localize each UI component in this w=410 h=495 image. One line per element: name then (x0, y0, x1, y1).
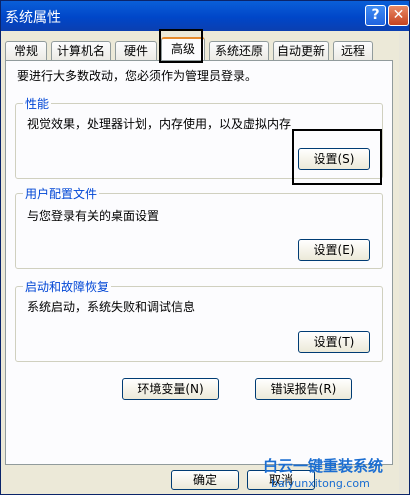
tab-remote[interactable]: 远程 (333, 41, 373, 60)
error-reporting-button[interactable]: 错误报告(R) (255, 378, 352, 400)
watermark-brand: 白云一键重装系统 (263, 457, 384, 475)
tab-general[interactable]: 常规 (5, 41, 47, 60)
performance-description: 视觉效果，处理器计划，内存使用，以及虚拟内存 (27, 117, 292, 131)
watermark-url: baiyunxitong.com (271, 477, 370, 490)
right-edge-strip (399, 33, 409, 493)
tab-auto-update[interactable]: 自动更新 (273, 41, 329, 60)
tab-strip: 常规 计算机名 硬件 高级 系统还原 自动更新 远程 (1, 37, 410, 61)
help-button[interactable]: ? (365, 5, 386, 26)
environment-variables-button[interactable]: 环境变量(N) (122, 378, 219, 400)
startup-recovery-group-title: 启动和故障恢复 (23, 278, 112, 295)
highlight-advanced-tab (159, 29, 203, 63)
user-profiles-settings-button[interactable]: 设置(E) (298, 239, 370, 261)
title-bar[interactable]: 系统属性 ? ✕ (1, 1, 409, 31)
tab-system-restore[interactable]: 系统还原 (209, 41, 269, 60)
startup-recovery-description: 系统启动，系统失败和调试信息 (27, 300, 196, 314)
tab-computer-name[interactable]: 计算机名 (51, 41, 111, 60)
tab-hardware[interactable]: 硬件 (115, 41, 157, 60)
highlight-performance-settings (292, 129, 382, 185)
admin-notice: 要进行大多数改动，您必须作为管理员登录。 (17, 69, 258, 83)
watermark-logo: 白云一键重装系统 baiyunxitong.com (263, 453, 383, 493)
performance-group-title: 性能 (23, 95, 52, 112)
startup-recovery-settings-button[interactable]: 设置(T) (298, 331, 370, 353)
user-profiles-group-title: 用户配置文件 (23, 185, 100, 202)
user-profiles-description: 与您登录有关的桌面设置 (27, 209, 160, 223)
ok-button[interactable]: 确定 (171, 470, 239, 490)
close-button[interactable]: ✕ (388, 5, 409, 26)
system-properties-window: 系统属性 ? ✕ 常规 计算机名 硬件 高级 系统还原 自动更新 远程 要进行大… (0, 0, 410, 495)
window-title: 系统属性 (5, 10, 61, 26)
